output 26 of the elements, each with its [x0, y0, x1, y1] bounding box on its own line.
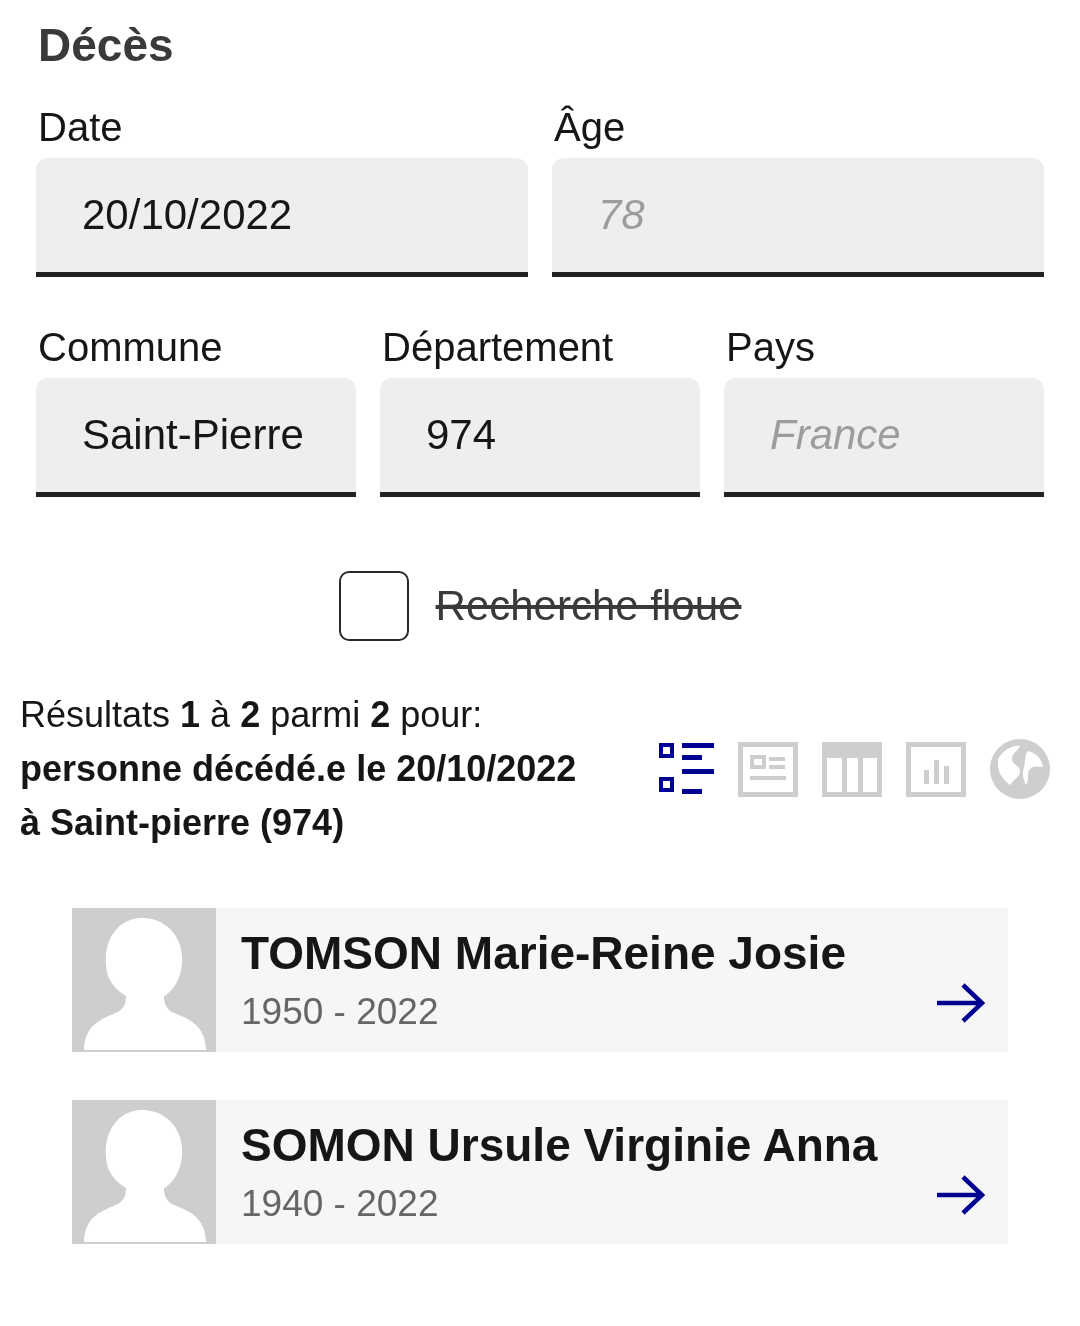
- list-view-icon[interactable]: [659, 742, 714, 796]
- field-label: Date: [38, 105, 124, 149]
- person-name: TOMSON Marie-Reine Josie: [241, 927, 847, 979]
- arrow-right-icon[interactable]: [935, 983, 985, 1023]
- section-title: Décès: [38, 19, 175, 71]
- search-query-text: personne décédé.e le 20/10/2022 à Saint-pierre (974): [20, 747, 578, 845]
- results-count-text: Résultats 1 à 2 parmi 2 pour:: [20, 693, 484, 737]
- person-name: SOMON Ursule Virginie Anna: [241, 1119, 879, 1171]
- field-label: Âge: [554, 105, 627, 149]
- input-field[interactable]: Saint-Pierre: [36, 378, 356, 497]
- arrow-right-icon[interactable]: [935, 1175, 985, 1215]
- result-card[interactable]: TOMSON Marie-Reine Josie 1950 - 2022: [216, 908, 1008, 1052]
- field-label: Pays: [726, 325, 816, 369]
- life-years: 1940 - 2022: [241, 1183, 440, 1225]
- input-field[interactable]: France: [724, 378, 1044, 497]
- person-silhouette-icon: [72, 1100, 216, 1244]
- life-years: 1950 - 2022: [241, 991, 440, 1033]
- field-label: Commune: [38, 325, 224, 369]
- input-field[interactable]: 78: [552, 158, 1044, 277]
- person-silhouette-icon: [72, 908, 216, 1052]
- result-card[interactable]: SOMON Ursule Virginie Anna 1940 - 2022: [216, 1100, 1008, 1244]
- checkbox-label[interactable]: Recherche floue: [435, 581, 742, 631]
- input-field[interactable]: 20/10/2022: [36, 158, 528, 277]
- checkbox[interactable]: [338, 571, 409, 641]
- field-label: Département: [382, 325, 615, 369]
- input-field[interactable]: 974: [380, 378, 700, 497]
